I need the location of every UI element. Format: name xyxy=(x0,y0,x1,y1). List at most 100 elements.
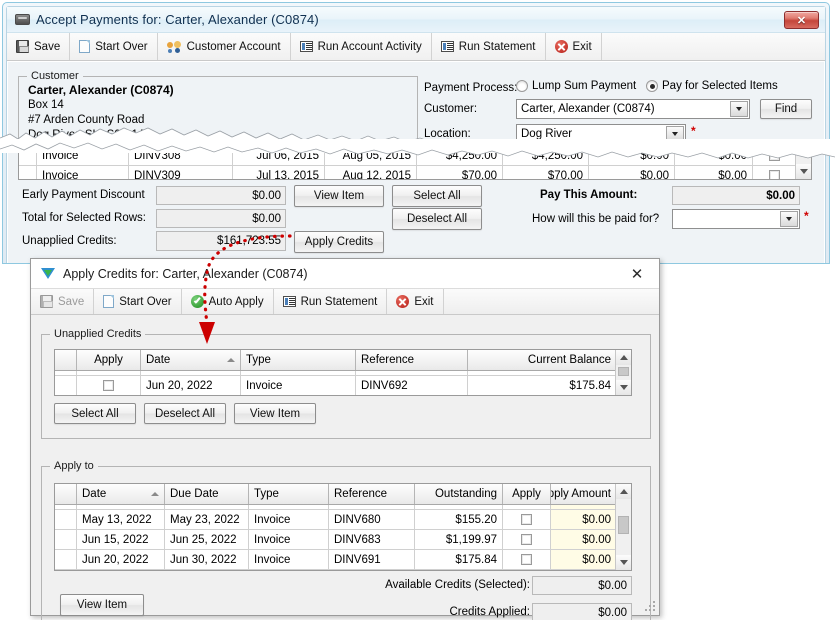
toolbar-run-account-activity-button[interactable]: Run Account Activity xyxy=(291,33,432,60)
apply-credits-title: Apply Credits for: Carter, Alexander (C0… xyxy=(63,266,308,281)
page-icon xyxy=(103,295,115,308)
table-row[interactable]: Jun 20, 2022 Jun 30, 2022 Invoice DINV69… xyxy=(55,550,631,570)
toolbar-customer-account-button[interactable]: Customer Account xyxy=(158,33,291,60)
header-reference[interactable]: Reference xyxy=(356,350,468,370)
apply-credits-titlebar: Apply Credits for: Carter, Alexander (C0… xyxy=(31,259,659,289)
table-row[interactable]: Jun 20, 2022 Invoice DINV692 $175.84 xyxy=(55,376,631,395)
cell-apply[interactable] xyxy=(753,166,797,179)
apply-to-view-item-button[interactable]: View Item xyxy=(60,594,144,616)
close-button[interactable]: ✕ xyxy=(784,11,819,29)
apply-checkbox[interactable] xyxy=(521,534,532,545)
radio-lump-sum-payment[interactable]: Lump Sum Payment xyxy=(516,80,636,92)
cell-apply[interactable] xyxy=(77,376,141,395)
header-type[interactable]: Type xyxy=(241,350,356,370)
apply-checkbox[interactable] xyxy=(521,554,532,565)
report-icon xyxy=(440,41,454,52)
scroll-down-icon[interactable] xyxy=(796,164,811,179)
apply-checkbox[interactable] xyxy=(769,150,780,161)
customer-combo[interactable]: Carter, Alexander (C0874) xyxy=(516,99,750,119)
credits-toolbar-run-statement-button[interactable]: Run Statement xyxy=(274,289,388,314)
radio-pay-selected-label: Pay for Selected Items xyxy=(662,80,778,92)
cell-apply-amount[interactable]: $0.00 xyxy=(551,530,617,549)
cell-apply-amount[interactable]: $0.00 xyxy=(551,510,617,529)
row-selector[interactable] xyxy=(55,550,77,569)
scroll-down-icon[interactable] xyxy=(616,555,631,570)
cell-due-date: Aug 05, 2015 xyxy=(325,146,417,165)
toolbar-run-statement-button[interactable]: Run Statement xyxy=(432,33,546,60)
header-date[interactable]: Date xyxy=(141,350,241,370)
scroll-thumb[interactable] xyxy=(618,516,629,534)
how-paid-combo[interactable] xyxy=(672,209,800,229)
toolbar-exit-label: Exit xyxy=(572,40,592,53)
header-reference[interactable]: Reference xyxy=(329,484,415,504)
select-all-button[interactable]: Select All xyxy=(392,185,482,207)
table-row[interactable]: May 13, 2022 May 23, 2022 Invoice DINV68… xyxy=(55,510,631,530)
invoice-grid-scrollbar[interactable] xyxy=(795,146,811,179)
view-item-button[interactable]: View Item xyxy=(294,185,384,207)
apply-credits-button[interactable]: Apply Credits xyxy=(294,231,384,253)
credits-toolbar-save-button[interactable]: Save xyxy=(31,289,95,314)
header-apply-amount[interactable]: Apply Amount xyxy=(551,484,617,504)
chevron-down-icon[interactable] xyxy=(730,101,748,117)
scroll-up-icon[interactable] xyxy=(616,484,631,499)
toolbar-exit-button[interactable]: Exit xyxy=(546,33,602,60)
cell-apply[interactable] xyxy=(503,510,551,529)
chevron-down-icon[interactable] xyxy=(666,126,684,142)
row-selector[interactable] xyxy=(19,166,37,179)
table-row[interactable]: Invoice DINV308 Jul 06, 2015 Aug 05, 201… xyxy=(19,146,811,166)
credits-toolbar-auto-apply-button[interactable]: Auto Apply xyxy=(182,289,274,314)
toolbar-save-button[interactable]: Save xyxy=(7,33,71,60)
invoice-grid[interactable]: Invoice DINV308 Jul 06, 2015 Aug 05, 201… xyxy=(18,145,812,180)
find-button[interactable]: Find xyxy=(760,99,812,119)
apply-credits-close-button[interactable]: ✕ xyxy=(629,266,645,283)
header-apply[interactable]: Apply xyxy=(77,350,141,370)
table-row[interactable]: Jun 15, 2022 Jun 25, 2022 Invoice DINV68… xyxy=(55,530,631,550)
cell-apply[interactable] xyxy=(753,146,797,165)
apply-credits-body: Unapplied Credits Apply Date Type Refere… xyxy=(31,316,659,620)
header-current-balance[interactable]: Current Balance xyxy=(468,350,617,370)
page-icon xyxy=(79,40,91,53)
scroll-down-icon[interactable] xyxy=(616,380,631,395)
customer-address-line1: Box 14 xyxy=(28,99,64,111)
toolbar-start-over-button[interactable]: Start Over xyxy=(70,33,158,60)
cell-balance: $70.00 xyxy=(503,166,589,179)
radio-pay-for-selected-items[interactable]: Pay for Selected Items xyxy=(646,80,778,92)
cell-date: Jun 20, 2022 xyxy=(77,550,165,569)
cell-apply[interactable] xyxy=(503,550,551,569)
apply-checkbox[interactable] xyxy=(521,514,532,525)
location-combo[interactable]: Dog River xyxy=(516,124,686,144)
apply-to-grid-scrollbar[interactable] xyxy=(615,484,631,570)
cell-apply[interactable] xyxy=(503,530,551,549)
header-due-date[interactable]: Due Date xyxy=(165,484,249,504)
header-date[interactable]: Date xyxy=(77,484,165,504)
row-selector[interactable] xyxy=(19,146,37,165)
cell-outstanding: $155.20 xyxy=(415,510,503,529)
unapplied-view-item-button[interactable]: View Item xyxy=(234,403,316,424)
table-row[interactable]: Invoice DINV309 Jul 13, 2015 Aug 12, 201… xyxy=(19,166,811,179)
deselect-all-button[interactable]: Deselect All xyxy=(392,208,482,230)
scroll-up-icon[interactable] xyxy=(616,350,631,365)
total-selected-rows-label: Total for Selected Rows: xyxy=(22,212,147,224)
header-apply[interactable]: Apply xyxy=(503,484,551,504)
row-selector[interactable] xyxy=(55,510,77,529)
cell-discount: $0.00 xyxy=(589,146,675,165)
apply-to-grid[interactable]: Date Due Date Type Reference Outstanding… xyxy=(54,483,632,571)
scroll-thumb[interactable] xyxy=(618,367,629,376)
row-selector[interactable] xyxy=(55,376,77,395)
apply-checkbox[interactable] xyxy=(769,170,780,179)
sort-ascending-icon xyxy=(151,492,159,496)
unapplied-select-all-button[interactable]: Select All xyxy=(54,403,136,424)
row-selector[interactable] xyxy=(55,530,77,549)
chevron-down-icon[interactable] xyxy=(780,211,798,227)
unapplied-grid-scrollbar[interactable] xyxy=(615,350,631,395)
credits-toolbar-start-over-button[interactable]: Start Over xyxy=(94,289,182,314)
header-type[interactable]: Type xyxy=(249,484,329,504)
cell-apply-amount[interactable]: $0.00 xyxy=(551,550,617,569)
apply-checkbox[interactable] xyxy=(103,380,114,391)
credits-toolbar-exit-button[interactable]: Exit xyxy=(387,289,444,314)
unapplied-credits-grid[interactable]: Apply Date Type Reference Current Balanc… xyxy=(54,349,632,396)
cell-reference: DINV308 xyxy=(129,146,233,165)
unapplied-deselect-all-button[interactable]: Deselect All xyxy=(144,403,226,424)
resize-grip[interactable] xyxy=(645,601,657,613)
header-outstanding[interactable]: Outstanding xyxy=(415,484,503,504)
